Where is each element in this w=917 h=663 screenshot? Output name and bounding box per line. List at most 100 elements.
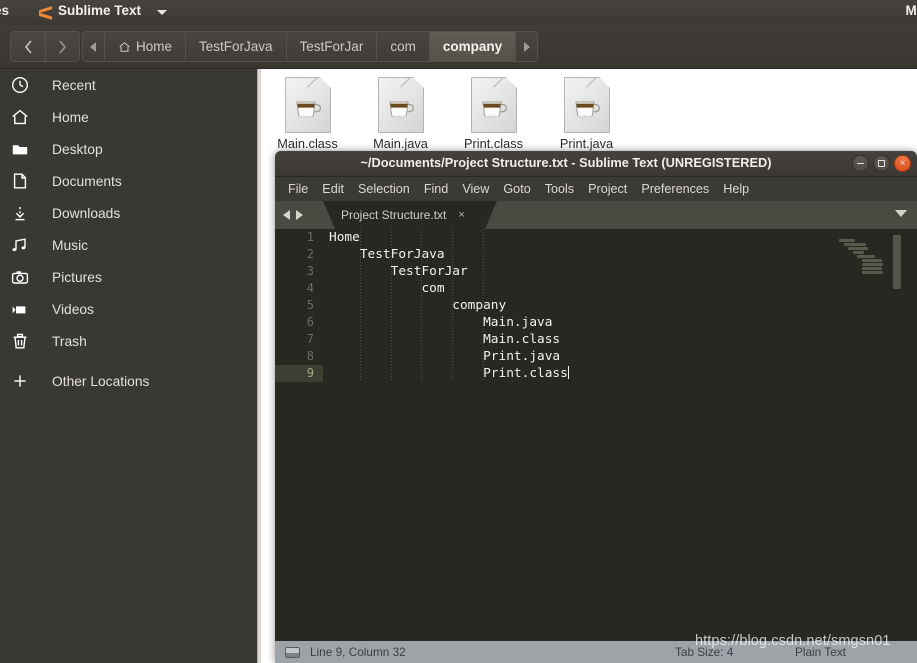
chevron-left-icon	[24, 39, 32, 54]
code-line[interactable]: Main.java	[329, 314, 917, 331]
minimap[interactable]	[833, 233, 903, 637]
unity-top-panel: es Sublime Text Mo	[0, 0, 917, 25]
menu-item-goto[interactable]: Goto	[496, 182, 537, 196]
line-number-gutter: 1 2 3 4 5 6 7 8 9	[275, 229, 323, 641]
top-panel-clock[interactable]: Mo	[906, 3, 917, 18]
tab-close-icon[interactable]: ×	[458, 209, 464, 221]
code-line[interactable]: Print.java	[329, 348, 917, 365]
breadcrumb-item-com[interactable]: com	[377, 32, 430, 61]
tab-size-label[interactable]: Tab Size: 4	[675, 645, 733, 659]
minimap-scrollbar[interactable]	[893, 235, 901, 289]
sublime-text-window: ~/Documents/Project Structure.txt - Subl…	[275, 151, 917, 663]
line-number: 3	[306, 264, 314, 278]
chevron-left-small-icon[interactable]	[83, 32, 105, 61]
sidebar-item-label: Downloads	[52, 205, 121, 221]
coffee-cup-icon	[481, 101, 507, 119]
sidebar-item-recent[interactable]: Recent	[0, 69, 258, 101]
chevron-down-icon[interactable]	[157, 10, 167, 15]
java-file-icon	[563, 76, 611, 133]
forward-button[interactable]	[45, 32, 79, 61]
code-line[interactable]: Main.class	[329, 331, 917, 348]
code-line[interactable]: TestForJar	[329, 263, 917, 280]
coffee-cup-icon	[574, 101, 600, 119]
sidebar-item-pictures[interactable]: Pictures	[0, 261, 258, 293]
breadcrumb-item-home[interactable]: Home	[105, 32, 187, 61]
cursor-position: Line 9, Column 32	[310, 645, 406, 659]
sidebar-item-label: Other Locations	[52, 373, 150, 389]
tab-nav-arrows[interactable]	[283, 210, 303, 220]
tab-bar: Project Structure.txt ×	[275, 201, 917, 229]
window-title: ~/Documents/Project Structure.txt - Subl…	[360, 155, 772, 170]
menu-item-project[interactable]: Project	[581, 182, 634, 196]
file-grid: Main.class Main.java Print.class Print.java	[261, 76, 633, 151]
sidebar-item-trash[interactable]: Trash	[0, 325, 258, 357]
menu-item-edit[interactable]: Edit	[315, 182, 351, 196]
menu-item-help[interactable]: Help	[716, 182, 756, 196]
top-panel-app-name[interactable]: Sublime Text	[58, 3, 141, 18]
code-content[interactable]: Home TestForJava TestForJar com company …	[329, 229, 917, 641]
close-icon[interactable]: ×	[894, 155, 911, 172]
sidebar-item-music[interactable]: Music	[0, 229, 258, 261]
editor[interactable]: 1 2 3 4 5 6 7 8 9 Home TestForJava TestForJar co…	[275, 229, 917, 641]
code-line[interactable]: TestForJava	[329, 246, 917, 263]
breadcrumb-item-testforjava[interactable]: TestForJava	[186, 32, 287, 61]
download-arrow-icon	[0, 204, 40, 222]
sidebar-item-videos[interactable]: Videos	[0, 293, 258, 325]
java-file-icon	[470, 76, 518, 133]
home-icon	[0, 108, 40, 126]
coffee-cup-icon	[295, 101, 321, 119]
file-item[interactable]: Main.class	[261, 76, 354, 151]
sidebar-item-home[interactable]: Home	[0, 101, 258, 133]
plus-icon	[0, 372, 40, 390]
home-icon	[119, 41, 130, 52]
back-button[interactable]	[11, 32, 45, 61]
syntax-label[interactable]: Plain Text	[795, 645, 846, 659]
sidebar-item-label: Home	[52, 109, 89, 125]
sublime-titlebar[interactable]: ~/Documents/Project Structure.txt - Subl…	[275, 151, 917, 177]
sidebar-item-label: Videos	[52, 301, 94, 317]
chevron-down-icon[interactable]	[895, 210, 907, 217]
menu-item-tools[interactable]: Tools	[538, 182, 581, 196]
coffee-cup-icon	[388, 101, 414, 119]
menu-item-preferences[interactable]: Preferences	[634, 182, 716, 196]
sidebar-item-desktop[interactable]: Desktop	[0, 133, 258, 165]
code-line[interactable]: company	[329, 297, 917, 314]
code-line[interactable]: Print.class	[329, 365, 917, 382]
menu-item-view[interactable]: View	[455, 182, 496, 196]
camera-icon	[0, 268, 40, 286]
file-item[interactable]: Print.class	[447, 76, 540, 151]
triangle-left-icon[interactable]	[283, 210, 292, 220]
file-name-label: Main.class	[277, 136, 338, 151]
menu-item-file[interactable]: File	[281, 182, 315, 196]
maximize-icon[interactable]	[873, 155, 890, 172]
sidebar-item-label: Music	[52, 237, 89, 253]
file-item[interactable]: Main.java	[354, 76, 447, 151]
window-controls: ×	[852, 155, 911, 172]
sidebar-item-label: Trash	[52, 333, 87, 349]
minimize-icon[interactable]	[852, 155, 869, 172]
menu-item-find[interactable]: Find	[417, 182, 456, 196]
breadcrumb-item-testforjar[interactable]: TestForJar	[286, 32, 378, 61]
file-name-label: Print.class	[463, 136, 524, 151]
file-item[interactable]: Print.java	[540, 76, 633, 151]
code-line[interactable]: Home	[329, 229, 917, 246]
sidebar-item-other-locations[interactable]: Other Locations	[0, 365, 258, 397]
chevron-right-small-icon	[524, 41, 531, 52]
panel-layout-icon[interactable]	[285, 646, 300, 658]
breadcrumb-item-company[interactable]: company	[429, 32, 517, 61]
menu-item-selection[interactable]: Selection	[351, 182, 417, 196]
file-name-label: Main.java	[373, 136, 428, 151]
status-bar: Line 9, Column 32 Tab Size: 4 Plain Text	[275, 641, 917, 663]
triangle-right-icon[interactable]	[294, 210, 303, 220]
chevron-right-small-icon[interactable]	[516, 32, 538, 61]
sidebar: Recent Home Desktop Documents Downloads Music…	[0, 69, 258, 663]
sublime-text-logo-icon	[39, 6, 52, 20]
code-line[interactable]: com	[329, 280, 917, 297]
line-number: 5	[306, 298, 314, 312]
line-number: 2	[306, 247, 314, 261]
sidebar-item-downloads[interactable]: Downloads	[0, 197, 258, 229]
breadcrumb-label: TestForJar	[299, 39, 364, 54]
java-file-icon	[284, 76, 332, 133]
sidebar-item-documents[interactable]: Documents	[0, 165, 258, 197]
editor-tab[interactable]: Project Structure.txt ×	[323, 201, 497, 229]
